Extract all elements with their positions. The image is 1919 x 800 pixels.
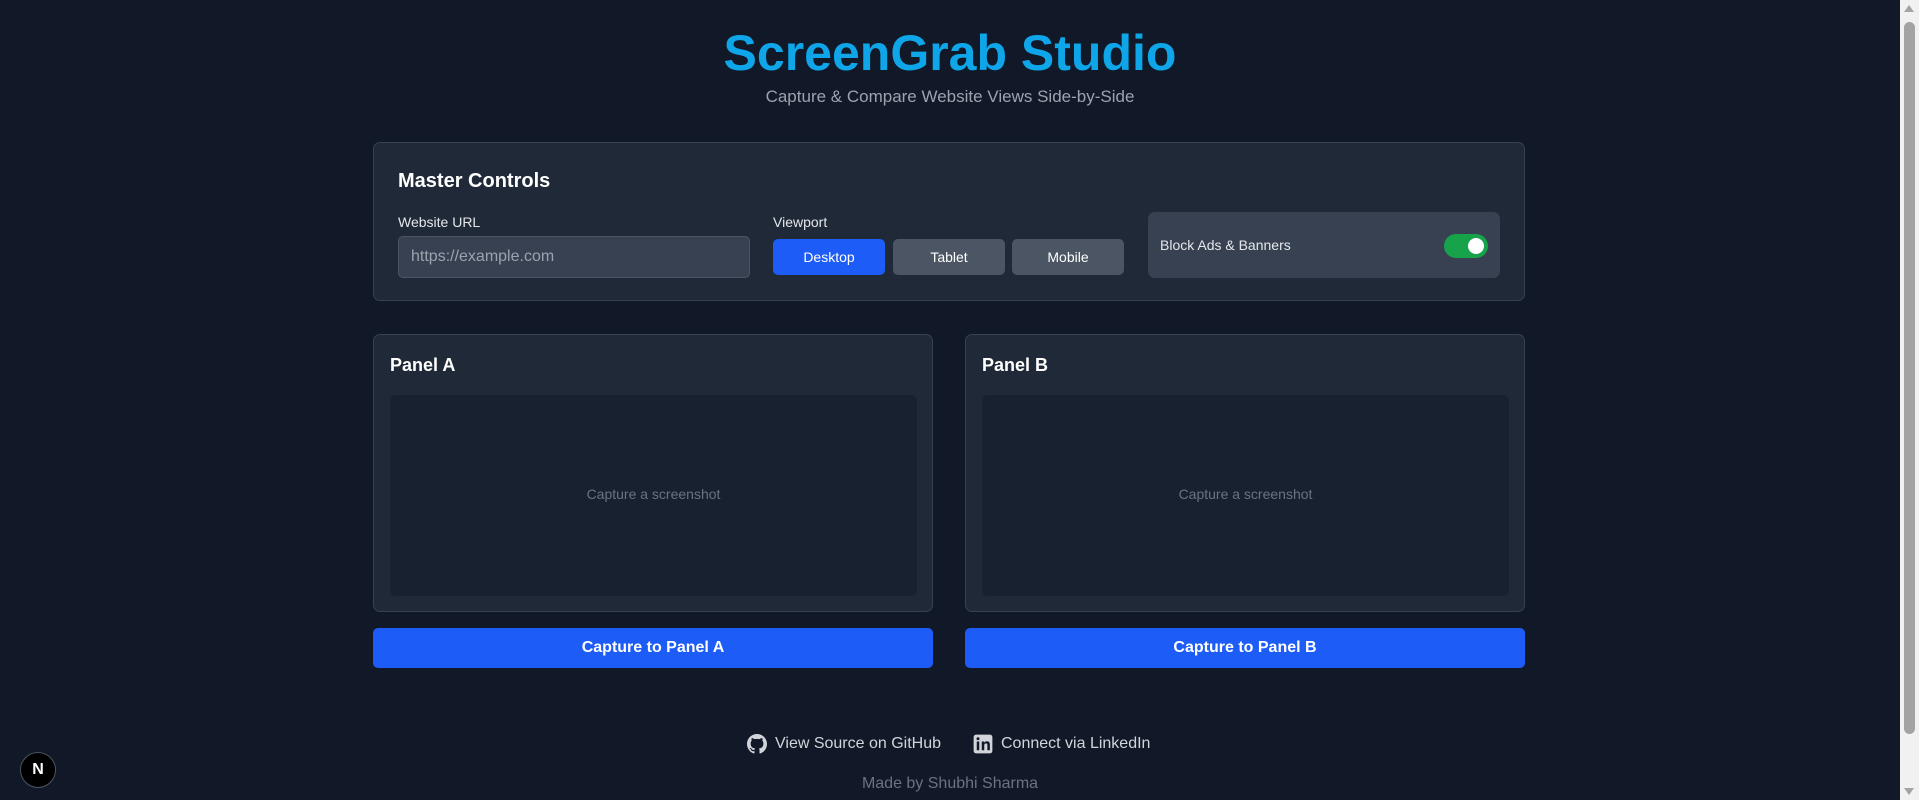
capture-panel-a-button[interactable]: Capture to Panel A: [373, 628, 933, 668]
app-page: ScreenGrab Studio Capture & Compare Webs…: [0, 0, 1900, 800]
block-ads-label: Block Ads & Banners: [1160, 237, 1291, 253]
linkedin-icon: [973, 734, 993, 754]
viewport-desktop-button[interactable]: Desktop: [773, 239, 885, 275]
capture-panel-b-button[interactable]: Capture to Panel B: [965, 628, 1525, 668]
panel-a-placeholder: Capture a screenshot: [586, 486, 721, 502]
scroll-down-arrow-icon[interactable]: [1904, 788, 1914, 795]
github-icon: [747, 734, 767, 754]
website-url-label: Website URL: [398, 214, 481, 230]
panel-b-placeholder: Capture a screenshot: [1178, 486, 1313, 502]
panel-a: Panel A Capture a screenshot: [373, 334, 933, 612]
viewport-tablet-button[interactable]: Tablet: [893, 239, 1005, 275]
made-by-credit: Made by Shubhi Sharma: [861, 775, 1039, 792]
panel-a-title: Panel A: [390, 355, 456, 375]
master-controls-title: Master Controls: [398, 170, 551, 192]
website-url-input[interactable]: [398, 236, 750, 278]
viewport-label: Viewport: [773, 214, 828, 230]
panel-a-preview: Capture a screenshot: [390, 395, 917, 596]
scroll-up-arrow-icon[interactable]: [1904, 5, 1914, 12]
nextjs-dev-badge[interactable]: N: [20, 752, 56, 788]
panel-b-preview: Capture a screenshot: [982, 395, 1509, 596]
block-ads-setting: Block Ads & Banners: [1148, 212, 1500, 278]
scroll-thumb[interactable]: [1904, 22, 1915, 734]
github-link-label: View Source on GitHub: [775, 735, 942, 752]
viewport-mobile-button[interactable]: Mobile: [1012, 239, 1124, 275]
linkedin-link[interactable]: Connect via LinkedIn: [973, 734, 1150, 754]
master-controls-card: Master Controls Website URL Viewport Des…: [373, 142, 1525, 301]
github-link[interactable]: View Source on GitHub: [747, 734, 941, 754]
block-ads-toggle[interactable]: [1444, 234, 1488, 258]
linkedin-link-label: Connect via LinkedIn: [1001, 735, 1151, 752]
panel-b: Panel B Capture a screenshot: [965, 334, 1525, 612]
vertical-scrollbar[interactable]: [1900, 0, 1919, 800]
nextjs-badge-letter: N: [32, 761, 44, 778]
page-title: ScreenGrab Studio: [723, 25, 1177, 81]
page-subtitle: Capture & Compare Website Views Side-by-…: [765, 87, 1135, 106]
toggle-knob: [1468, 238, 1484, 254]
panel-b-title: Panel B: [982, 355, 1049, 375]
